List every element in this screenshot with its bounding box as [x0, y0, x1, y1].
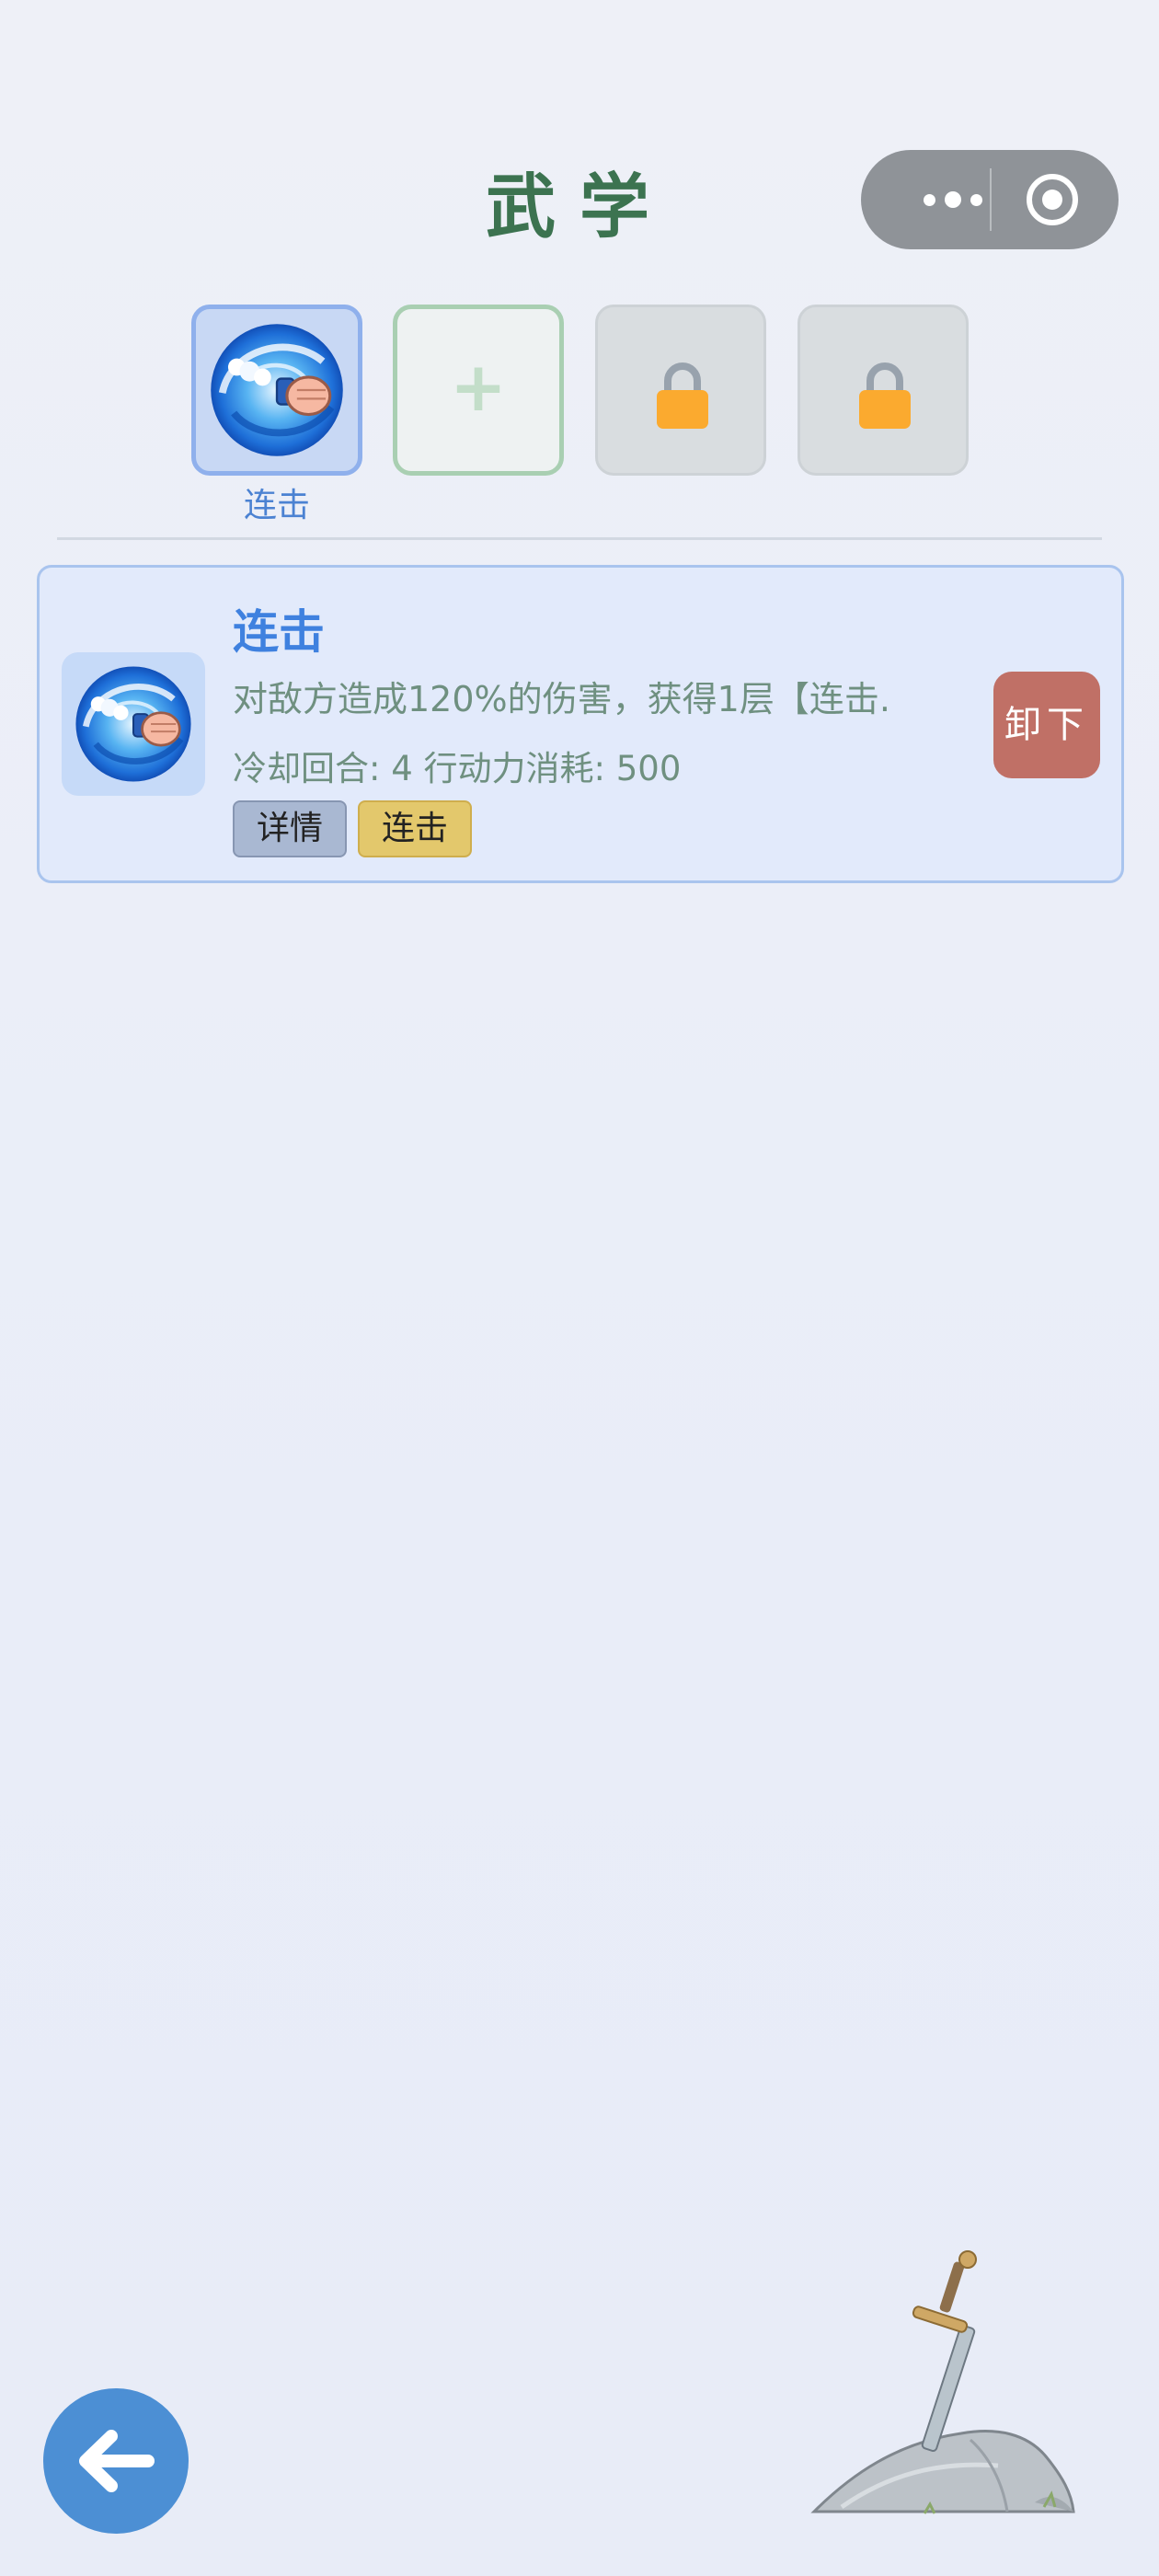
- skill-icon-box: [62, 652, 205, 796]
- sword-in-stone-icon: [810, 2250, 1075, 2514]
- skill-card[interactable]: 连击 对敌方造成120%的伤害，获得1层【连击. 冷却回合: 4 行动力消耗: …: [37, 565, 1124, 883]
- lock-icon: [859, 362, 911, 429]
- skill-name: 连击: [233, 605, 325, 659]
- arrow-left-icon: [79, 2430, 155, 2492]
- target-circle-icon[interactable]: [1025, 172, 1080, 227]
- capsule-divider: [990, 168, 992, 231]
- back-button[interactable]: [43, 2388, 189, 2534]
- mini-program-capsule: [861, 150, 1119, 249]
- lock-icon: [657, 362, 708, 429]
- skill-type-tag: 连击: [358, 800, 472, 857]
- slot-1-label: 连击: [243, 487, 310, 524]
- skill-description: 对敌方造成120%的伤害，获得1层【连击.: [233, 679, 890, 719]
- whirlwind-fist-icon: [205, 318, 349, 462]
- whirlwind-fist-icon: [71, 661, 196, 787]
- page-title: 武学: [486, 166, 673, 247]
- skill-slot-3-locked[interactable]: [595, 305, 766, 476]
- skill-stats: 冷却回合: 4 行动力消耗: 500: [233, 749, 682, 788]
- plus-icon: +: [449, 348, 507, 427]
- skill-slot-1[interactable]: [191, 305, 362, 476]
- skill-slot-4-locked[interactable]: [798, 305, 969, 476]
- divider: [57, 537, 1102, 540]
- skill-slot-2-empty[interactable]: +: [393, 305, 564, 476]
- detail-tag-button[interactable]: 详情: [233, 800, 347, 857]
- more-dots-icon[interactable]: [893, 150, 1013, 249]
- unload-button[interactable]: 卸下: [993, 672, 1100, 778]
